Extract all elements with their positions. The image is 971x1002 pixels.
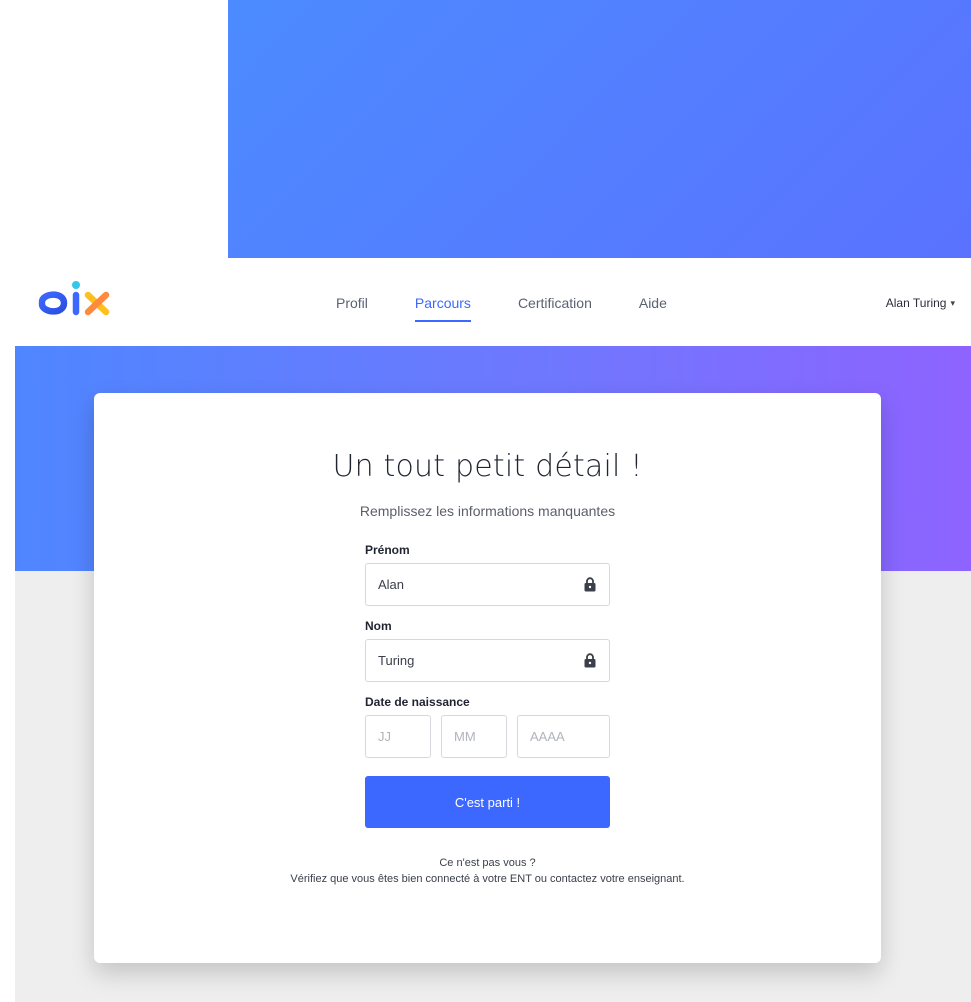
last-name-input[interactable] (365, 639, 610, 682)
birthdate-label: Date de naissance (365, 695, 470, 709)
student-info-form: Prénom Nom Date de naissance C'est par (365, 543, 610, 828)
birth-year-input[interactable] (517, 715, 610, 758)
first-name-label: Prénom (365, 543, 410, 557)
main-nav: Profil Parcours Certification Aide (336, 294, 714, 322)
birthdate-fields (365, 715, 610, 758)
pix-logo[interactable]: pix (38, 274, 118, 330)
top-banner (228, 0, 971, 258)
birth-day-input[interactable] (365, 715, 431, 758)
lock-icon (584, 653, 596, 668)
nav-link-profil[interactable]: Profil (336, 294, 368, 322)
last-name-label: Nom (365, 619, 392, 633)
caret-down-icon: ▾ (950, 297, 955, 308)
nav-link-certification[interactable]: Certification (518, 294, 592, 322)
help-text: Ce n'est pas vous ? Vérifiez que vous êt… (94, 855, 881, 887)
navbar: pix Profil Parcours Certification Aide A… (0, 258, 971, 346)
missing-info-card: Un tout petit détail ! Remplissez les in… (94, 393, 881, 963)
last-name-field (365, 639, 610, 682)
page-subtitle: Remplissez les informations manquantes (359, 503, 616, 519)
help-question: Ce n'est pas vous ? (439, 857, 536, 869)
birth-month-input[interactable] (441, 715, 507, 758)
lock-icon (584, 577, 596, 592)
user-menu[interactable]: Alan Turing ▾ (886, 296, 955, 310)
nav-link-aide[interactable]: Aide (639, 294, 667, 322)
user-name: Alan Turing (885, 296, 947, 310)
help-instruction: Vérifiez que vous êtes bien connecté à v… (290, 873, 685, 885)
first-name-input[interactable] (365, 563, 610, 606)
first-name-field (365, 563, 610, 606)
submit-button[interactable]: C'est parti ! (365, 776, 610, 828)
page-title: Un tout petit détail ! (332, 449, 643, 484)
nav-link-parcours[interactable]: Parcours (414, 294, 471, 322)
